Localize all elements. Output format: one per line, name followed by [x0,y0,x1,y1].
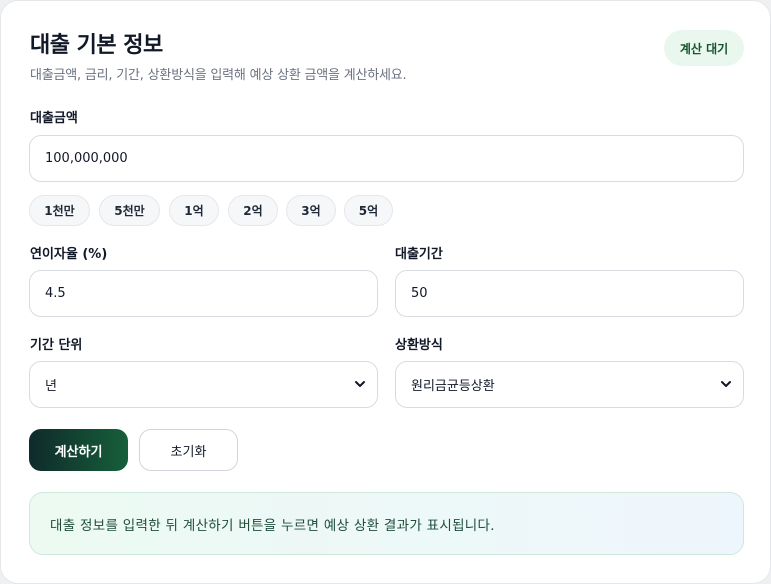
interest-rate-label: 연이자율 (%) [30,247,108,262]
preset-300m-button[interactable]: 3억 [286,195,336,226]
preset-500m-button[interactable]: 5억 [344,195,393,226]
term-unit-select[interactable]: 년 [29,361,378,408]
chevron-down-icon [721,381,731,387]
preset-100m-button[interactable]: 1억 [169,195,219,226]
loan-form-card: 대출 기본 정보 대출금액, 금리, 기간, 상환방식을 입력해 예상 상환 금… [0,0,771,584]
interest-rate-input[interactable] [29,270,378,317]
page-subtitle: 대출금액, 금리, 기간, 상환방식을 입력해 예상 상환 금액을 계산하세요. [30,68,407,83]
preset-10m-button[interactable]: 1천만 [29,195,90,226]
repayment-method-selected: 원리금균등상환 [411,379,495,394]
term-unit-selected: 년 [45,379,57,394]
preset-50m-button[interactable]: 5천만 [99,195,160,226]
loan-term-label: 대출기간 [395,247,443,262]
term-unit-label: 기간 단위 [30,338,83,353]
page-title: 대출 기본 정보 [30,33,163,58]
repayment-method-label: 상환방식 [395,338,443,353]
loan-amount-label: 대출금액 [30,111,78,126]
chevron-down-icon [355,381,365,387]
status-badge: 계산 대기 [664,30,744,66]
preset-200m-button[interactable]: 2억 [228,195,278,226]
calculate-button[interactable]: 계산하기 [29,429,128,471]
reset-button[interactable]: 초기화 [139,429,238,471]
result-message: 대출 정보를 입력한 뒤 계산하기 버튼을 누르면 예상 상환 결과가 표시됩니… [29,492,744,555]
repayment-method-select[interactable]: 원리금균등상환 [395,361,744,408]
loan-amount-input[interactable] [29,135,744,182]
loan-term-input[interactable] [395,270,744,317]
